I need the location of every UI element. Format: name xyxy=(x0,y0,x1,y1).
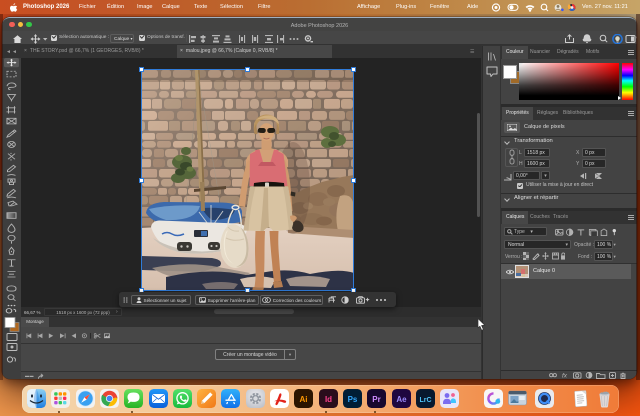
svg-text:Ai: Ai xyxy=(300,395,308,404)
svg-text:Ps: Ps xyxy=(347,395,357,404)
svg-text:Pr: Pr xyxy=(372,395,380,404)
svg-text:LrC: LrC xyxy=(419,397,431,404)
svg-text:fx: fx xyxy=(562,373,568,379)
svg-text:Id: Id xyxy=(325,395,332,404)
svg-text:Ae: Ae xyxy=(396,395,407,404)
